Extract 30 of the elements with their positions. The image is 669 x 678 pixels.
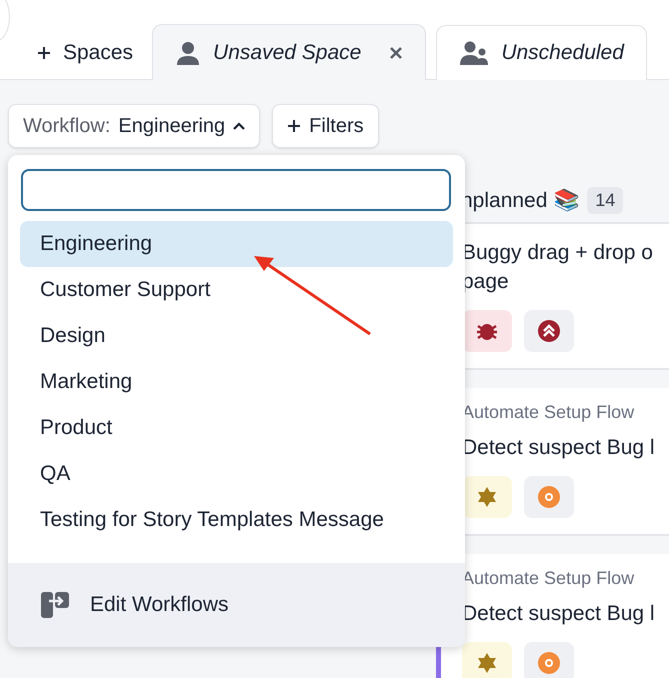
target-icon [538, 486, 560, 508]
edit-workflows-button[interactable]: Edit Workflows [8, 563, 465, 647]
target-icon [538, 652, 560, 674]
plus-icon [37, 46, 51, 60]
bug-icon [476, 324, 498, 340]
workflow-option[interactable]: Product [20, 405, 453, 451]
caret-icon [233, 122, 246, 130]
filters-button[interactable]: Filters [272, 104, 379, 148]
close-icon[interactable] [389, 46, 404, 60]
workflow-option[interactable]: Design [20, 313, 453, 359]
workflow-option[interactable]: QA [20, 451, 453, 497]
workflow-option[interactable]: Marketing [20, 359, 453, 405]
plus-icon [287, 119, 302, 133]
people-icon [459, 40, 490, 66]
star-icon [478, 487, 496, 507]
chevrons-up-icon [538, 320, 560, 342]
add-space-button[interactable]: Spaces [28, 25, 142, 80]
count-badge: 14 [587, 186, 624, 214]
epic-label: Automate Setup Flow [462, 568, 636, 589]
epic-label: Automate Setup Flow [462, 402, 636, 423]
person-icon [175, 40, 202, 66]
space-tab[interactable]: Unscheduled [436, 25, 647, 80]
star-icon [478, 653, 496, 673]
workflow-edit-icon [40, 591, 70, 619]
search-field[interactable] [21, 169, 451, 211]
space-tab[interactable]: Unsaved Space [152, 24, 426, 80]
workflow-option[interactable]: Engineering [20, 221, 453, 267]
workflow-dropdown[interactable]: Workflow: Engineering [8, 104, 260, 148]
workflow-option[interactable]: Testing for Story Templates Message [20, 497, 453, 543]
workflow-option[interactable]: Customer Support [20, 267, 453, 313]
